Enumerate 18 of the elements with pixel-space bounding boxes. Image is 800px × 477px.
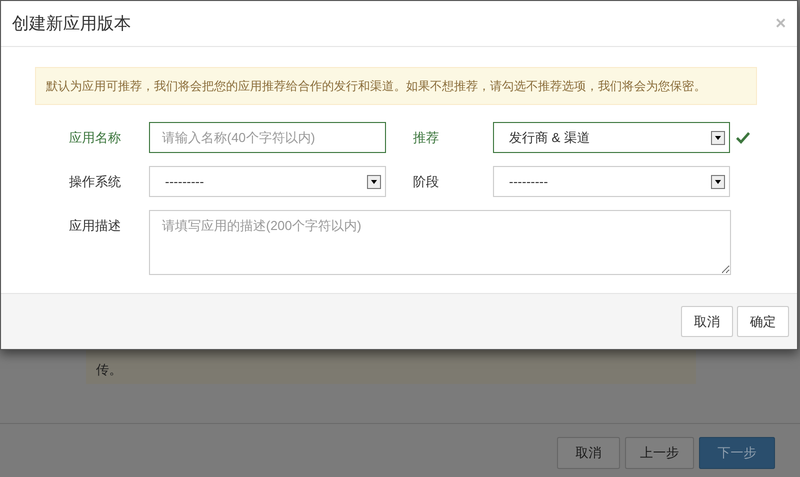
checkmark-icon <box>736 132 750 144</box>
name-input-field[interactable]: 请输入名称(40个字符以内) <box>149 122 386 153</box>
field-label: 推荐 <box>413 129 440 147</box>
field-label: 阶段 <box>413 173 440 191</box>
info-alert: 默认为应用可推荐，我们将会把您的应用推荐给合作的发行和渠道。如果不想推荐，请勾选不推荐选项，我们将会为您保密。 <box>35 67 757 105</box>
dialog-button[interactable]: 确定 <box>737 306 789 337</box>
field-label: 应用名称 <box>69 129 122 147</box>
wizard-button[interactable]: 取消 <box>557 437 620 469</box>
dialog-button[interactable]: 取消 <box>681 306 733 337</box>
field-label: 应用描述 <box>69 217 122 235</box>
wizard-button[interactable]: 上一步 <box>625 437 694 469</box>
field-label: 操作系统 <box>69 173 122 191</box>
note-text: 传。 <box>96 362 122 377</box>
dialog-title: 创建新应用版本 <box>12 12 131 35</box>
select-field[interactable]: --------- <box>493 166 730 197</box>
select-field[interactable]: 发行商 & 渠道 <box>493 122 730 153</box>
select-field[interactable]: --------- <box>149 166 386 197</box>
description-text-area[interactable]: 请填写应用的描述(200个字符以内) <box>149 210 731 275</box>
